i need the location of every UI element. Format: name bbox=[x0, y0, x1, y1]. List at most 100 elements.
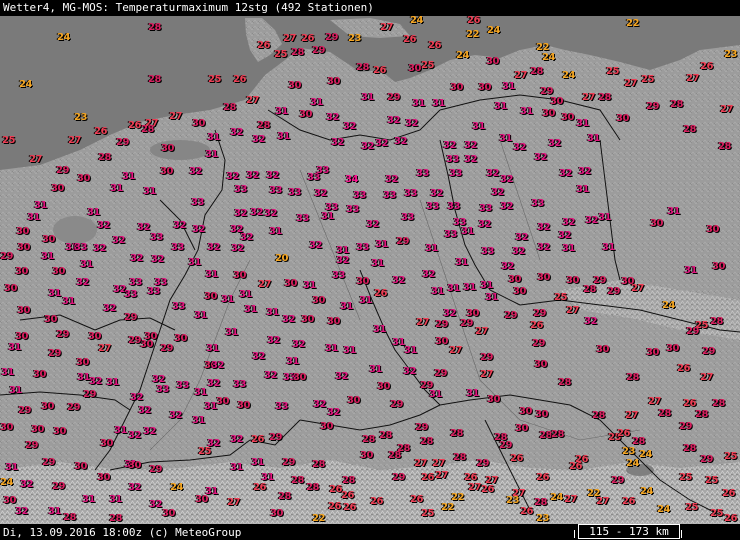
station-temperature: 31 bbox=[239, 289, 252, 300]
station-temperature: 27 bbox=[686, 73, 699, 84]
station-temperature: 29 bbox=[504, 310, 517, 321]
station-temperature: 29 bbox=[607, 286, 620, 297]
station-temperature: 29 bbox=[282, 457, 295, 468]
station-temperature: 31 bbox=[499, 133, 512, 144]
station-temperature: 28 bbox=[291, 47, 304, 58]
station-temperature: 33 bbox=[233, 379, 246, 390]
station-temperature: 22 bbox=[466, 29, 479, 40]
station-temperature: 31 bbox=[194, 387, 207, 398]
station-temperature: 26 bbox=[724, 513, 737, 524]
station-temperature: 23 bbox=[348, 33, 361, 44]
station-temperature: 26 bbox=[421, 472, 434, 483]
station-temperature: 24 bbox=[626, 458, 639, 469]
station-temperature: 32 bbox=[192, 224, 205, 235]
station-temperature: 30 bbox=[33, 369, 46, 380]
station-temperature: 27 bbox=[258, 279, 271, 290]
station-temperature: 32 bbox=[387, 115, 400, 126]
station-temperature: 31 bbox=[106, 377, 119, 388]
scale-bar: 115 - 173 km bbox=[578, 524, 680, 539]
station-temperature: 29 bbox=[312, 45, 325, 56]
station-temperature: 29 bbox=[396, 236, 409, 247]
station-temperature: 26 bbox=[569, 461, 582, 472]
station-temperature: 25 bbox=[710, 508, 723, 519]
station-temperature: 28 bbox=[223, 102, 236, 113]
station-temperature: 28 bbox=[710, 316, 723, 327]
station-temperature: 30 bbox=[537, 272, 550, 283]
station-temperature: 26 bbox=[373, 65, 386, 76]
station-temperature: 28 bbox=[342, 475, 355, 486]
station-temperature: 33 bbox=[275, 401, 288, 412]
station-temperature: 31 bbox=[87, 207, 100, 218]
station-temperature: 32 bbox=[252, 351, 265, 362]
station-temperature: 29 bbox=[480, 352, 493, 363]
station-temperature: 33 bbox=[353, 190, 366, 201]
station-temperature: 29 bbox=[48, 348, 61, 359]
station-temperature: 32 bbox=[130, 253, 143, 264]
station-temperature: 32 bbox=[138, 405, 151, 416]
station-temperature: 30 bbox=[534, 359, 547, 370]
station-temperature: 29 bbox=[646, 101, 659, 112]
station-temperature: 33 bbox=[447, 201, 460, 212]
station-temperature: 32 bbox=[537, 242, 550, 253]
station-temperature: 32 bbox=[500, 201, 513, 212]
station-temperature: 30 bbox=[408, 63, 421, 74]
station-temperature: 31 bbox=[343, 345, 356, 356]
station-temperature: 28 bbox=[312, 459, 325, 470]
station-temperature: 32 bbox=[464, 154, 477, 165]
station-temperature: 25 bbox=[554, 292, 567, 303]
station-temperature: 30 bbox=[284, 278, 297, 289]
station-temperature: 31 bbox=[404, 345, 417, 356]
station-temperature: 29 bbox=[124, 312, 137, 323]
station-temperature: 28 bbox=[583, 284, 596, 295]
station-temperature: 27 bbox=[169, 111, 182, 122]
station-temperature: 26 bbox=[410, 494, 423, 505]
station-temperature: 32 bbox=[392, 275, 405, 286]
station-temperature: 32 bbox=[173, 220, 186, 231]
station-temperature: 32 bbox=[309, 240, 322, 251]
station-temperature: 32 bbox=[230, 434, 243, 445]
station-temperature: 26 bbox=[467, 15, 480, 26]
station-temperature: 32 bbox=[375, 138, 388, 149]
station-temperature: 33 bbox=[479, 203, 492, 214]
station-temperature: 32 bbox=[143, 426, 156, 437]
station-temperature: 30 bbox=[162, 508, 175, 519]
station-temperature: 31 bbox=[431, 286, 444, 297]
station-temperature: 32 bbox=[422, 269, 435, 280]
station-temperature: 27 bbox=[582, 92, 595, 103]
station-temperature: 30 bbox=[519, 406, 532, 417]
station-temperature: 32 bbox=[559, 168, 572, 179]
station-temperature: 32 bbox=[584, 316, 597, 327]
station-temperature: 33 bbox=[416, 168, 429, 179]
station-temperature: 26 bbox=[251, 434, 264, 445]
station-temperature: 28 bbox=[278, 491, 291, 502]
station-temperature: 30 bbox=[100, 438, 113, 449]
station-temperature: 31 bbox=[143, 186, 156, 197]
station-temperature: 28 bbox=[534, 497, 547, 508]
station-temperature: 31 bbox=[230, 462, 243, 473]
station-temperature: 32 bbox=[326, 112, 339, 123]
station-temperature: 25 bbox=[685, 502, 698, 513]
station-temperature: 27 bbox=[625, 410, 638, 421]
station-temperature: 28 bbox=[420, 436, 433, 447]
station-temperature: 31 bbox=[587, 133, 600, 144]
station-temperature: 25 bbox=[208, 74, 221, 85]
station-temperature: 32 bbox=[128, 482, 141, 493]
station-temperature: 30 bbox=[327, 76, 340, 87]
station-temperature: 26 bbox=[683, 398, 696, 409]
station-temperature: 31 bbox=[205, 269, 218, 280]
station-temperature: 25 bbox=[705, 475, 718, 486]
station-temperature: 30 bbox=[299, 109, 312, 120]
station-temperature: 30 bbox=[487, 394, 500, 405]
station-temperature: 30 bbox=[508, 274, 521, 285]
station-temperature: 31 bbox=[221, 294, 234, 305]
station-temperature: 31 bbox=[48, 288, 61, 299]
station-temperature: 31 bbox=[321, 211, 334, 222]
station-temperature: 32 bbox=[149, 499, 162, 510]
station-temperature: 32 bbox=[207, 242, 220, 253]
station-temperature: 30 bbox=[542, 108, 555, 119]
station-temperature: 30 bbox=[4, 283, 17, 294]
station-temperature: 26 bbox=[510, 453, 523, 464]
station-temperature: 31 bbox=[494, 101, 507, 112]
station-temperature: 30 bbox=[174, 333, 187, 344]
station-temperature: 30 bbox=[270, 508, 283, 519]
